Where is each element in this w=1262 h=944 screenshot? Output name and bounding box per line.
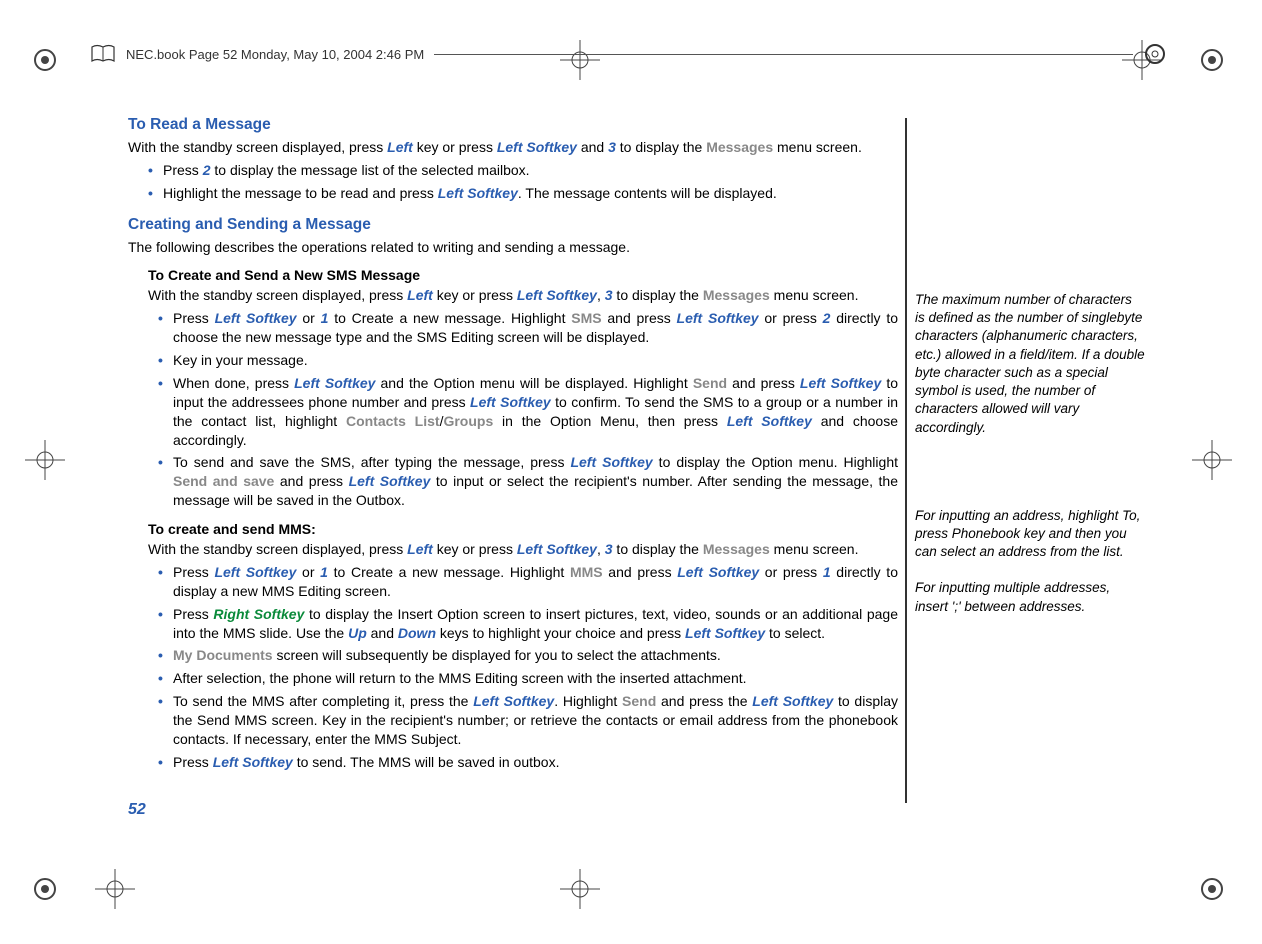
registration-mark-icon: [95, 869, 135, 909]
registration-mark-icon: [560, 869, 600, 909]
list-item: My Documents screen will subsequently be…: [158, 646, 898, 665]
page-header: NEC.book Page 52 Monday, May 10, 2004 2:…: [90, 42, 1167, 66]
section-title-create: Creating and Sending a Message: [128, 215, 898, 236]
vertical-divider: [905, 118, 907, 803]
side-note: The maximum number of characters is defi…: [915, 291, 1145, 437]
list-item: Press Left Softkey to send. The MMS will…: [158, 753, 898, 772]
intro-text: With the standby screen displayed, press…: [128, 138, 898, 157]
subheading-mms: To create and send MMS:: [148, 520, 898, 539]
header-rule: [434, 54, 1133, 55]
list-item: Press Left Softkey or 1 to Create a new …: [158, 563, 898, 601]
bullet-list: Press Left Softkey or 1 to Create a new …: [158, 309, 898, 510]
intro-text: The following describes the operations r…: [128, 238, 898, 257]
list-item: Key in your message.: [158, 351, 898, 370]
crop-mark-icon: [25, 40, 65, 80]
list-item: After selection, the phone will return t…: [158, 669, 898, 688]
list-item: When done, press Left Softkey and the Op…: [158, 374, 898, 450]
intro-text: With the standby screen displayed, press…: [148, 286, 898, 305]
intro-text: With the standby screen displayed, press…: [148, 540, 898, 559]
header-text: NEC.book Page 52 Monday, May 10, 2004 2:…: [126, 47, 424, 62]
book-icon: [90, 43, 116, 65]
side-note: For inputting multiple addresses, insert…: [915, 579, 1145, 615]
registration-mark-icon: [1192, 440, 1232, 480]
crop-mark-icon: [25, 869, 65, 909]
bullet-list: Press Left Softkey or 1 to Create a new …: [158, 563, 898, 772]
subheading-sms: To Create and Send a New SMS Message: [148, 266, 898, 285]
list-item: To send and save the SMS, after typing t…: [158, 453, 898, 510]
section-title-read: To Read a Message: [128, 115, 898, 136]
crop-mark-icon: [1192, 869, 1232, 909]
bullet-list: Press 2 to display the message list of t…: [148, 161, 898, 203]
list-item: Highlight the message to be read and pre…: [148, 184, 898, 203]
page-number: 52: [128, 801, 146, 819]
list-item: Press Right Softkey to display the Inser…: [158, 605, 898, 643]
list-item: Press 2 to display the message list of t…: [148, 161, 898, 180]
registration-mark-icon: [25, 440, 65, 480]
list-item: Press Left Softkey or 1 to Create a new …: [158, 309, 898, 347]
list-item: To send the MMS after completing it, pre…: [158, 692, 898, 749]
crop-mark-icon: [1192, 40, 1232, 80]
side-note: For inputting an address, highlight To, …: [915, 507, 1145, 562]
main-content: To Read a Message With the standby scree…: [128, 115, 898, 772]
gear-icon: [1143, 42, 1167, 66]
sidebar-notes: The maximum number of characters is defi…: [915, 290, 1145, 634]
